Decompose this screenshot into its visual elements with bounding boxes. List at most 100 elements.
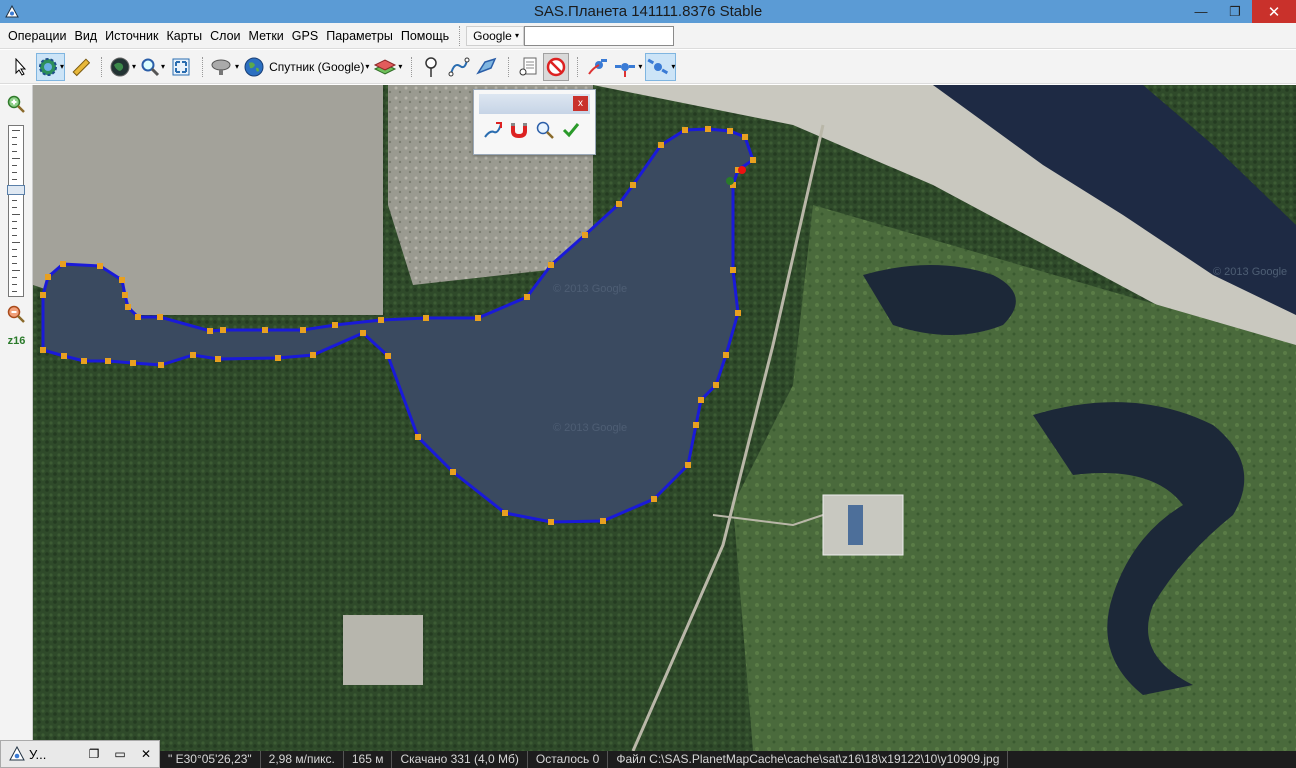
map-source-button[interactable]: Спутник (Google) ▾: [242, 53, 370, 81]
menu-operations[interactable]: Операции: [4, 23, 70, 49]
palette-close-button[interactable]: x: [573, 96, 588, 111]
polygon-vertex[interactable]: [135, 314, 141, 320]
menu-gps[interactable]: GPS: [288, 23, 322, 49]
layers-button[interactable]: ▾: [372, 53, 403, 81]
polygon-vertex[interactable]: [40, 292, 46, 298]
polygon-vertex[interactable]: [682, 127, 688, 133]
restore-button[interactable]: ❐: [1218, 0, 1252, 23]
maximize-window-button[interactable]: ▭: [107, 742, 133, 766]
edit-path-button[interactable]: [482, 119, 504, 141]
marks-list-button[interactable]: [515, 53, 541, 81]
hide-marks-button[interactable]: [543, 52, 570, 81]
polygon-vertex[interactable]: [275, 355, 281, 361]
polygon-vertex[interactable]: [378, 317, 384, 323]
polygon-vertex[interactable]: [750, 157, 756, 163]
polygon-vertex[interactable]: [310, 352, 316, 358]
menu-settings[interactable]: Параметры: [322, 23, 397, 49]
vertex-start-marker[interactable]: [726, 177, 734, 185]
polygon-vertex[interactable]: [742, 134, 748, 140]
polygon-vertex[interactable]: [119, 277, 125, 283]
palette-header[interactable]: x: [479, 94, 590, 114]
polygon-vertex[interactable]: [130, 360, 136, 366]
polygon-vertex[interactable]: [548, 519, 554, 525]
menu-help[interactable]: Помощь: [397, 23, 453, 49]
polygon-vertex[interactable]: [423, 315, 429, 321]
zoom-in-button[interactable]: [7, 95, 25, 113]
polygon-vertex[interactable]: [300, 327, 306, 333]
menu-source[interactable]: Источник: [101, 23, 162, 49]
polygon-vertex[interactable]: [385, 353, 391, 359]
polygon-vertex[interactable]: [332, 322, 338, 328]
polygon-vertex[interactable]: [600, 518, 606, 524]
polygon-vertex[interactable]: [61, 353, 67, 359]
add-path-button[interactable]: [446, 53, 472, 81]
polygon-vertex[interactable]: [651, 496, 657, 502]
gps-center-button[interactable]: ▾: [645, 52, 677, 81]
satellite-dish-button[interactable]: ▾: [209, 53, 240, 81]
magnet-button[interactable]: [508, 119, 530, 141]
search-engine-select[interactable]: Google ▾: [466, 25, 525, 46]
polygon-vertex[interactable]: [45, 274, 51, 280]
restore-window-button[interactable]: ❐: [81, 742, 107, 766]
menu-layers[interactable]: Слои: [206, 23, 244, 49]
polygon-vertex[interactable]: [40, 347, 46, 353]
polygon-vertex[interactable]: [105, 358, 111, 364]
polygon-vertex[interactable]: [475, 315, 481, 321]
move-map-button[interactable]: ▾: [36, 52, 66, 81]
polygon-vertex[interactable]: [262, 327, 268, 333]
polygon-vertex[interactable]: [713, 382, 719, 388]
polygon-vertex[interactable]: [502, 510, 508, 516]
add-polygon-button[interactable]: [474, 53, 500, 81]
menu-view[interactable]: Вид: [70, 23, 101, 49]
search-input[interactable]: [524, 25, 675, 46]
satellite-map[interactable]: © 2013 Google © 2013 Google © 2013 Googl…: [33, 85, 1296, 751]
ruler-button[interactable]: [67, 53, 93, 81]
polygon-vertex[interactable]: [685, 462, 691, 468]
fullscreen-button[interactable]: [168, 53, 194, 81]
gps-connect-button[interactable]: ▾: [612, 53, 643, 81]
polygon-vertex[interactable]: [207, 328, 213, 334]
polygon-vertex[interactable]: [450, 469, 456, 475]
close-button[interactable]: ✕: [1252, 0, 1296, 23]
map-view[interactable]: © 2013 Google © 2013 Google © 2013 Googl…: [33, 85, 1296, 751]
zoom-tool-button[interactable]: ▾: [139, 53, 166, 81]
close-window-button[interactable]: ✕: [133, 742, 159, 766]
polygon-vertex[interactable]: [415, 434, 421, 440]
polygon-vertex[interactable]: [125, 304, 131, 310]
minimized-window[interactable]: У... ❐ ▭ ✕: [0, 740, 160, 768]
zoom-slider[interactable]: [7, 125, 25, 297]
polygon-vertex[interactable]: [693, 422, 699, 428]
polygon-vertex[interactable]: [158, 362, 164, 368]
zoom-to-button[interactable]: [534, 119, 556, 141]
polygon-vertex[interactable]: [81, 358, 87, 364]
polygon-vertex[interactable]: [548, 262, 554, 268]
polygon-vertex[interactable]: [157, 314, 163, 320]
add-point-button[interactable]: [418, 53, 444, 81]
menu-maps[interactable]: Карты: [162, 23, 206, 49]
polygon-vertex[interactable]: [524, 294, 530, 300]
polygon-vertex[interactable]: [215, 356, 221, 362]
apply-button[interactable]: [560, 119, 582, 141]
polygon-vertex[interactable]: [220, 327, 226, 333]
polygon-vertex[interactable]: [97, 263, 103, 269]
polygon-vertex[interactable]: [190, 352, 196, 358]
app-logo-icon[interactable]: [4, 4, 20, 20]
zoom-slider-thumb[interactable]: [7, 185, 25, 195]
polygon-vertex[interactable]: [658, 142, 664, 148]
map-globe-button[interactable]: ▾: [108, 53, 137, 81]
minimize-button[interactable]: —: [1184, 0, 1218, 23]
vertex-selected-marker[interactable]: [738, 166, 746, 174]
polygon-vertex[interactable]: [360, 330, 366, 336]
polygon-vertex[interactable]: [723, 352, 729, 358]
polygon-vertex[interactable]: [730, 267, 736, 273]
polygon-vertex[interactable]: [630, 182, 636, 188]
gps-track-button[interactable]: [584, 53, 610, 81]
polygon-vertex[interactable]: [122, 292, 128, 298]
polygon-vertex[interactable]: [582, 232, 588, 238]
pointer-tool-button[interactable]: [8, 53, 34, 81]
zoom-out-button[interactable]: [7, 305, 25, 323]
polygon-vertex[interactable]: [727, 128, 733, 134]
polygon-vertex[interactable]: [705, 126, 711, 132]
polygon-vertex[interactable]: [616, 201, 622, 207]
polygon-vertex[interactable]: [735, 310, 741, 316]
